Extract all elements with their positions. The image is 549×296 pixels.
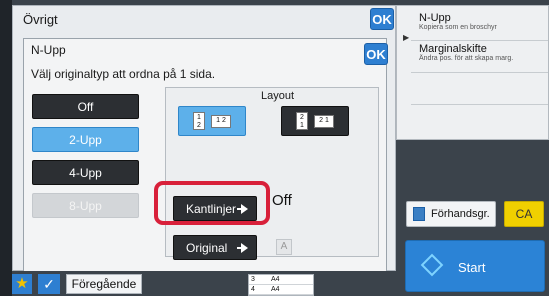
page-horizontal-icon: 2 1 — [314, 114, 334, 128]
start-button[interactable]: Start — [405, 240, 545, 292]
original-orientation-icon: A — [276, 239, 292, 255]
preview-icon — [413, 207, 425, 221]
layout-2-1-button[interactable]: 2 1 2 1 — [281, 106, 349, 136]
option-2up-button[interactable]: 2-Upp — [32, 127, 139, 152]
layout-label: Layout — [261, 90, 295, 102]
settings-panel: Layout 1 2 1 2 2 1 2 1 — [165, 87, 379, 257]
start-icon — [420, 253, 444, 277]
left-strip — [0, 0, 12, 296]
divider — [411, 40, 548, 41]
play-icon: ▶ — [403, 33, 410, 42]
option-8up-button: 8-Upp — [32, 193, 139, 218]
other-ok-button[interactable]: OK — [370, 8, 394, 30]
page-horizontal-icon: 1 2 — [211, 114, 231, 128]
preview-button[interactable]: Förhandsgr. — [406, 201, 496, 227]
border-lines-value: Off — [272, 192, 292, 209]
function-list: ▶ N-Upp Kopiera som en broschyr Marginal… — [396, 5, 549, 140]
original-button[interactable]: Original — [173, 235, 257, 260]
original-label: Original — [186, 240, 228, 255]
n-up-title: N-Upp — [31, 43, 66, 57]
n-up-instruction: Välj originaltyp att ordna på 1 sida. — [31, 67, 216, 81]
preview-label: Förhandsgr. — [431, 208, 490, 220]
star-icon[interactable]: ★ — [12, 274, 32, 294]
divider — [411, 72, 548, 73]
n-up-ok-button[interactable]: OK — [364, 43, 388, 65]
list-item: 4 A4 — [249, 285, 313, 295]
option-4up-button[interactable]: 4-Upp — [32, 160, 139, 185]
check-icon[interactable]: ✓ — [38, 274, 60, 294]
clear-all-button[interactable]: CA — [504, 201, 544, 227]
divider — [411, 104, 548, 105]
list-item-n-up[interactable]: N-Upp Kopiera som en broschyr — [419, 12, 497, 31]
layout-1-2-button[interactable]: 1 2 1 2 — [178, 106, 246, 136]
previous-button[interactable]: Föregående — [66, 274, 142, 294]
list-item-margin-shift[interactable]: Marginalskifte Ändra pos. för att skapa … — [419, 43, 513, 62]
list-item: 3 A4 — [249, 275, 313, 285]
start-label: Start — [458, 260, 486, 275]
paper-tray-list: 3 A4 4 A4 — [248, 274, 314, 296]
highlight-frame — [154, 181, 270, 225]
page-vertical-icon: 1 2 — [193, 112, 205, 130]
other-dialog-title: Övrigt — [23, 12, 58, 27]
option-off-button[interactable]: Off — [32, 94, 139, 119]
page-vertical-icon: 2 1 — [296, 112, 308, 130]
screen: Övrigt OK N-Upp Välj originaltyp att ord… — [0, 0, 549, 296]
arrow-right-icon — [237, 243, 248, 253]
